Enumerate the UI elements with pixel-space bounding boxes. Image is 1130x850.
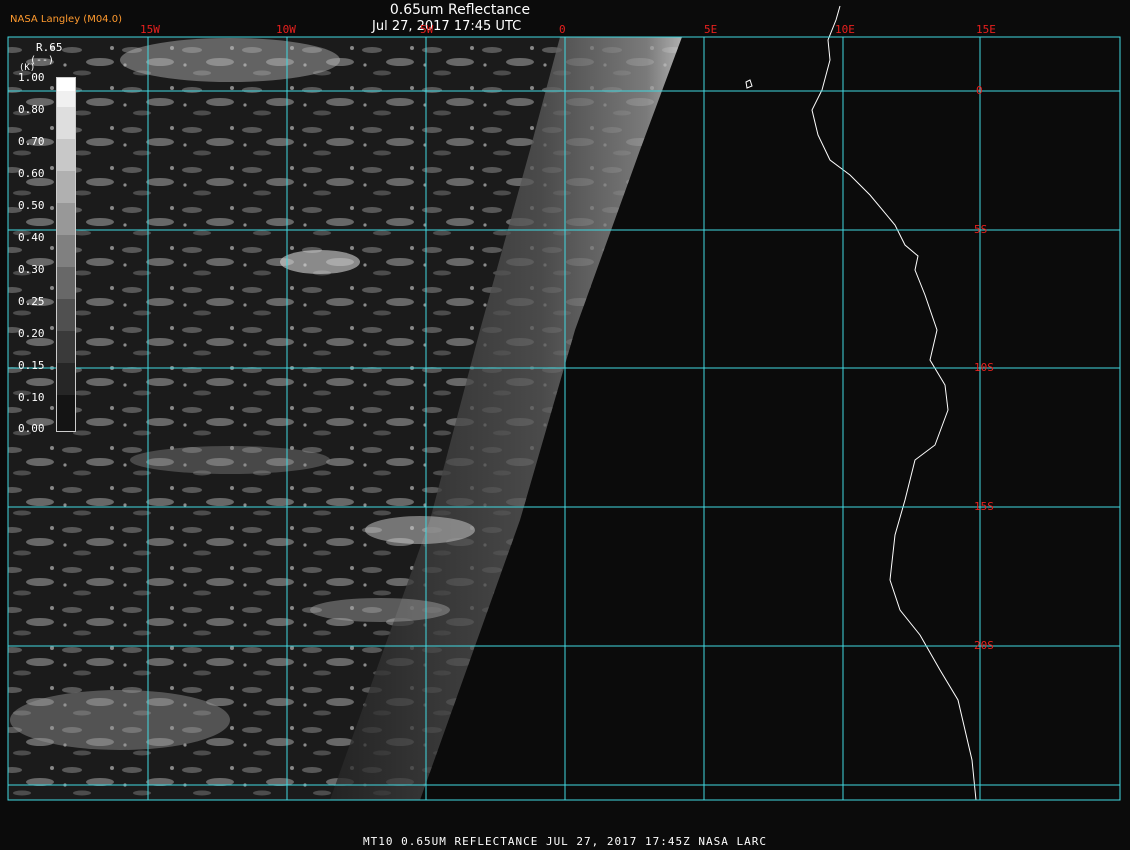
colorbar <box>56 77 76 432</box>
lat-label-20s: 20S <box>974 639 994 652</box>
legend-tick: 0.50 <box>18 199 45 212</box>
lat-label-0: 0 <box>976 84 983 97</box>
lon-label-10w: 10W <box>276 23 296 36</box>
cloud-patch <box>10 690 230 750</box>
lon-label-5w: 5W <box>420 23 434 36</box>
lon-label-10e: 10E <box>835 23 855 36</box>
lat-label-10s: 10S <box>974 361 994 374</box>
cloud-patch <box>130 446 330 474</box>
legend-tick: 0.30 <box>18 263 45 276</box>
legend-tick: 0.00 <box>18 422 45 435</box>
lon-label-5e: 5E <box>704 23 718 36</box>
legend-tick: 0.15 <box>18 359 45 372</box>
cloud-patch <box>120 38 340 82</box>
legend-tick: 0.20 <box>18 327 45 340</box>
legend-tick: 0.70 <box>18 135 45 148</box>
legend-title: R.65 <box>36 41 63 54</box>
legend-tick: 0.60 <box>18 167 45 180</box>
lon-label-15w: 15W <box>140 23 160 36</box>
legend-tick: 0.40 <box>18 231 45 244</box>
satellite-map <box>0 0 1130 850</box>
cloud-patch <box>280 250 360 274</box>
legend-tick: 0.10 <box>18 391 45 404</box>
cloud-patch <box>310 598 450 622</box>
lat-label-5s: 5S <box>974 223 988 236</box>
lon-label-0: 0 <box>559 23 566 36</box>
legend-tick: 0.80 <box>18 103 45 116</box>
lat-label-15s: 15S <box>974 500 994 513</box>
image-title: 0.65um Reflectance <box>389 2 531 18</box>
footer-caption: MT10 0.65UM REFLECTANCE JUL 27, 2017 17:… <box>363 835 767 848</box>
legend-tick: 1.00 <box>18 71 45 84</box>
cloud-patch <box>365 516 475 544</box>
lon-label-15e: 15E <box>976 23 996 36</box>
legend-tick: 0.25 <box>18 295 45 308</box>
image-datetime: Jul 27, 2017 17:45 UTC <box>372 19 522 34</box>
